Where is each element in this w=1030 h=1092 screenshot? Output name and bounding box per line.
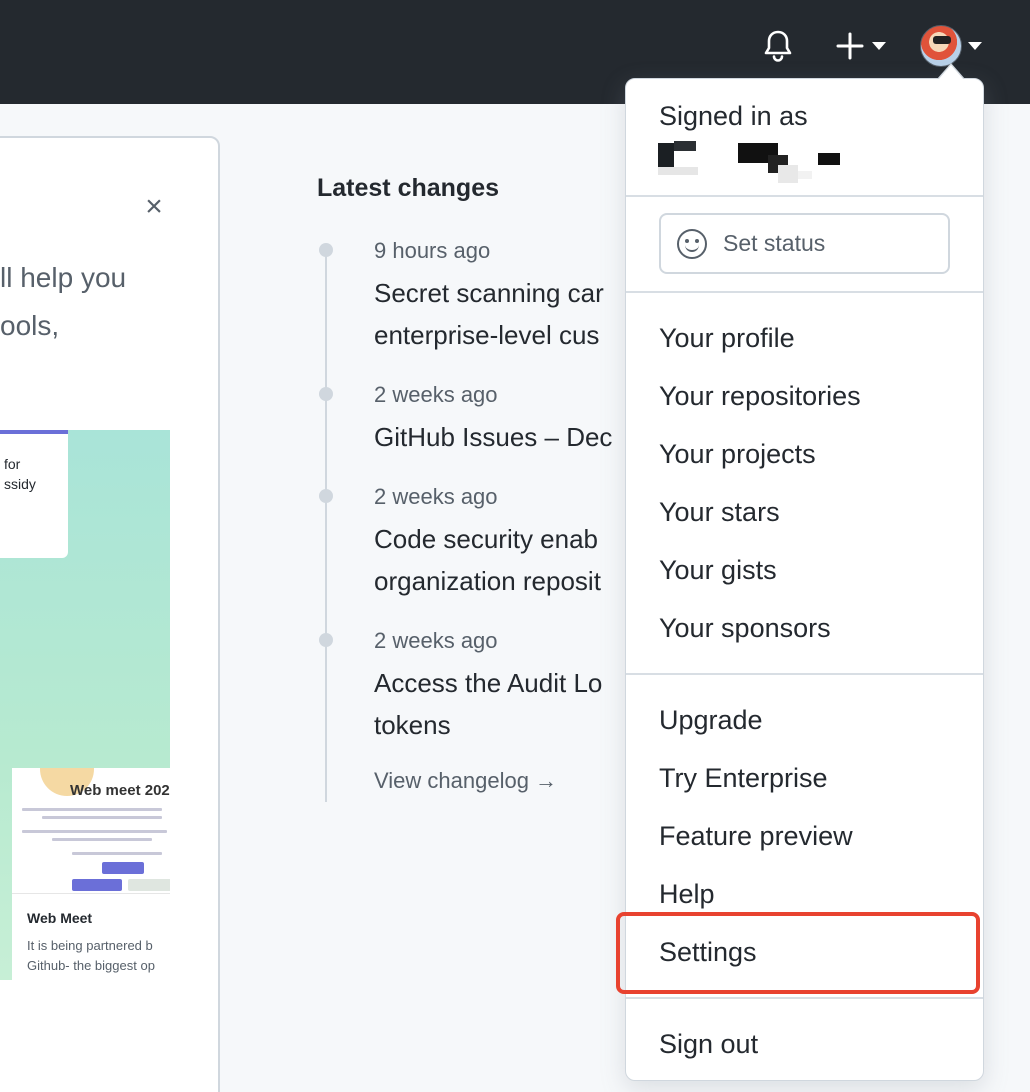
change-title-link[interactable]: Access the Audit Lo (374, 662, 634, 704)
menu-divider (626, 291, 983, 293)
menu-item-your-sponsors[interactable]: Your sponsors (659, 613, 831, 644)
caret-down-icon (872, 42, 886, 50)
menu-item-try-enterprise[interactable]: Try Enterprise (659, 763, 828, 794)
settings-highlight-box (616, 912, 980, 994)
set-status-button[interactable]: Set status (659, 213, 950, 274)
notifications-bell-icon[interactable] (760, 28, 796, 64)
avatar (920, 25, 962, 67)
change-title-link[interactable]: tokens (374, 704, 634, 746)
set-status-label: Set status (723, 230, 826, 256)
menu-item-feature-preview[interactable]: Feature preview (659, 821, 853, 852)
plus-icon (836, 32, 864, 60)
caret-down-icon (968, 42, 982, 50)
change-title-link[interactable]: Code security enab (374, 518, 634, 560)
change-title-link[interactable]: GitHub Issues – Dec (374, 416, 634, 458)
menu-item-upgrade[interactable]: Upgrade (659, 705, 763, 736)
menu-item-your-repositories[interactable]: Your repositories (659, 381, 861, 412)
change-time: 9 hours ago (374, 238, 491, 263)
placeholder-text-line (22, 830, 167, 833)
promo-event-card: Web meet 202 Web Meet It is being partne… (12, 768, 170, 980)
promo-event-description: It is being partnered b Github- the bigg… (27, 938, 155, 973)
signed-in-label: Signed in as (659, 101, 808, 131)
promo-top-text: for (4, 456, 21, 472)
smiley-icon (677, 228, 707, 259)
redacted-username (658, 137, 858, 183)
change-title-link[interactable]: enterprise-level cus (374, 314, 634, 356)
timeline-dot (319, 243, 333, 257)
create-new-button[interactable] (834, 28, 894, 64)
menu-divider (626, 673, 983, 675)
change-title-link[interactable]: Secret scanning car (374, 272, 634, 314)
promo-mini-button (72, 879, 122, 891)
close-icon[interactable]: × (140, 192, 168, 222)
promo-image[interactable]: for ssidy Web meet 202 Web Meet It is be… (0, 430, 170, 980)
menu-item-your-gists[interactable]: Your gists (659, 555, 777, 586)
placeholder-text-line (72, 852, 162, 855)
timeline-dot (319, 387, 333, 401)
menu-item-help[interactable]: Help (659, 879, 715, 910)
intro-text: ll help you (0, 262, 127, 293)
intro-text: ools, (0, 310, 60, 341)
latest-changes-heading: Latest changes (317, 174, 500, 202)
promo-mini-button (102, 862, 144, 874)
placeholder-text-line (52, 838, 152, 841)
change-time: 2 weeks ago (374, 382, 498, 407)
placeholder-text-line (42, 816, 162, 819)
promo-top-card: for ssidy (0, 430, 68, 558)
change-time: 2 weeks ago (374, 484, 498, 509)
change-title-link[interactable]: organization reposit (374, 560, 634, 602)
menu-divider (626, 997, 983, 999)
change-time: 2 weeks ago (374, 628, 498, 653)
menu-item-your-projects[interactable]: Your projects (659, 439, 816, 470)
timeline-dot (319, 489, 333, 503)
promo-event-name: Web Meet (27, 910, 93, 926)
promo-banner: Web meet 202 (12, 768, 170, 894)
timeline-line (325, 250, 327, 802)
view-changelog-link[interactable]: View changelog → (374, 768, 557, 794)
bell-icon (764, 30, 792, 62)
menu-item-your-profile[interactable]: Your profile (659, 323, 795, 354)
promo-mini-button (128, 879, 170, 891)
user-menu-button[interactable] (920, 24, 988, 68)
menu-divider (626, 195, 983, 197)
promo-top-text: ssidy (4, 476, 36, 492)
timeline-dot (319, 633, 333, 647)
promo-banner-title: Web meet 202 (70, 782, 170, 799)
menu-item-sign-out[interactable]: Sign out (659, 1029, 758, 1060)
placeholder-text-line (22, 808, 162, 811)
menu-item-your-stars[interactable]: Your stars (659, 497, 780, 528)
